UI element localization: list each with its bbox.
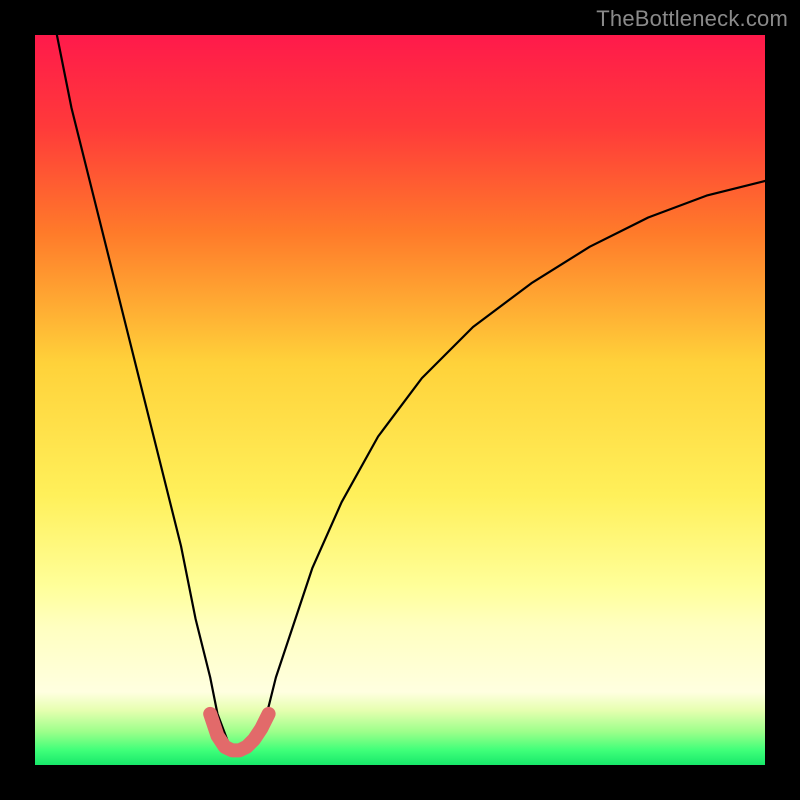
valley-marker — [210, 714, 268, 751]
plot-area — [35, 35, 765, 765]
bottleneck-curve — [35, 35, 765, 765]
watermark-text: TheBottleneck.com — [596, 6, 788, 32]
bottleneck-curve-path — [57, 35, 765, 750]
chart-frame: TheBottleneck.com — [0, 0, 800, 800]
